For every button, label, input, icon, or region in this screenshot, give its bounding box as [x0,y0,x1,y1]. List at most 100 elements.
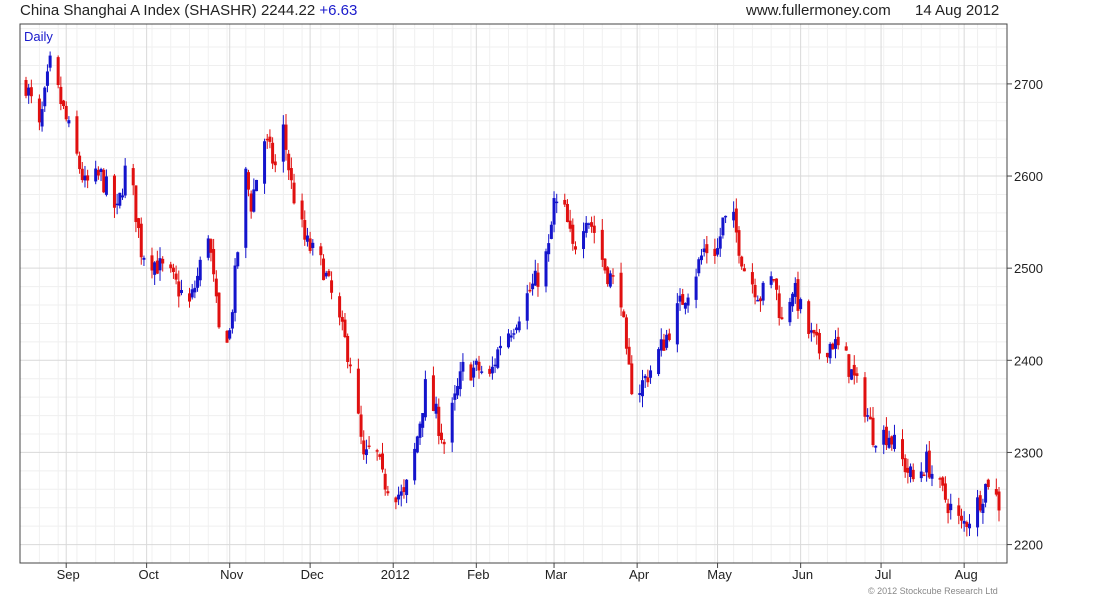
candle-body [327,270,331,276]
candle-body [968,523,972,529]
candle-body [102,169,106,193]
candle-body [512,333,516,335]
candle-body [536,272,540,287]
candle-body [64,105,68,120]
candle-body [791,293,795,307]
candle-body [284,124,288,150]
candle-body [346,335,350,362]
candle-body [624,317,628,349]
candle-body [83,175,87,181]
x-tick-label: Apr [629,567,650,582]
candle-body [868,416,872,420]
candle-body [196,275,200,288]
candle-body [622,311,626,318]
candle-body [909,466,913,477]
candle-body [418,423,422,438]
candle-body [29,87,33,97]
x-tick-label: 2012 [381,567,410,582]
candle-body [825,352,829,358]
candle-body [96,169,100,176]
candle-body [772,279,776,281]
candle-body [40,109,44,127]
candle-body [984,483,988,503]
candle-body [27,87,31,96]
candle-body [423,379,427,418]
candle-body [179,289,183,294]
candle-body [212,248,216,275]
candle-body [528,289,532,292]
candle-body [533,270,537,286]
candle-body [646,377,650,383]
candle-body [994,489,998,495]
candle-body [962,520,966,524]
candle-body [906,467,910,473]
y-tick-label: 2700 [1014,77,1043,92]
candle-body [415,436,419,453]
candle-body [78,155,82,170]
x-tick-label: Oct [139,567,160,582]
candle-body [338,296,342,318]
candle-body [488,368,492,374]
y-tick-label: 2300 [1014,445,1043,460]
candle-body [171,267,175,273]
candle-body [769,276,773,285]
candle-body [413,448,417,481]
candle-body [884,426,888,446]
x-tick-label: Feb [467,567,489,582]
candle-body [367,445,371,448]
candle-body [732,211,736,221]
candle-body [456,385,460,396]
candle-body [94,168,98,182]
y-tick-label: 2200 [1014,538,1043,553]
candle-body [761,282,765,301]
candle-body [943,483,947,500]
candle-body [305,235,309,242]
candle-body [742,268,746,272]
candle-body [828,343,832,359]
candle-body [375,450,379,452]
candle-body [292,182,296,204]
candle-body [59,86,63,105]
candle-body [957,505,961,516]
candle-body [852,364,856,376]
candle-body [477,361,481,371]
candlestick-chart: 2200 2300 2400 2500 2600 2700 Sep Oct Nov Dec 2012… [19,23,1043,582]
candle-body [343,319,347,338]
candle-body [638,393,642,395]
candle-body [592,225,596,233]
plot-frame [19,23,1008,564]
candle-body [657,349,661,375]
candle-body [474,360,478,365]
candle-body [697,259,701,274]
candle-body [844,346,848,351]
candle-body [525,293,529,321]
candle-body [450,402,454,443]
candle-body [230,312,234,329]
y-tick-label: 2600 [1014,169,1043,184]
candle-body [699,255,703,261]
candle-body [549,224,553,239]
candle-body [713,248,717,256]
candle-body [48,55,52,68]
x-tick-label: Sep [57,567,80,582]
candle-body [289,168,293,181]
candle-body [324,272,328,277]
candle-body [740,256,744,267]
candle-body [817,332,821,354]
candle-body [431,375,435,412]
candle-body [847,354,851,377]
candle-body [582,231,586,249]
candle-body [590,222,594,227]
candle-body [45,71,49,86]
candle-body [190,289,194,298]
candle-body [458,371,462,390]
candle-body [271,142,275,164]
candle-body [300,200,304,220]
candle-body [694,276,698,300]
candle-body [573,246,577,250]
candle-body [263,141,267,184]
candle-body [544,251,548,287]
candle-body [678,295,682,302]
candle-body [150,255,154,271]
candle-body [775,278,779,290]
